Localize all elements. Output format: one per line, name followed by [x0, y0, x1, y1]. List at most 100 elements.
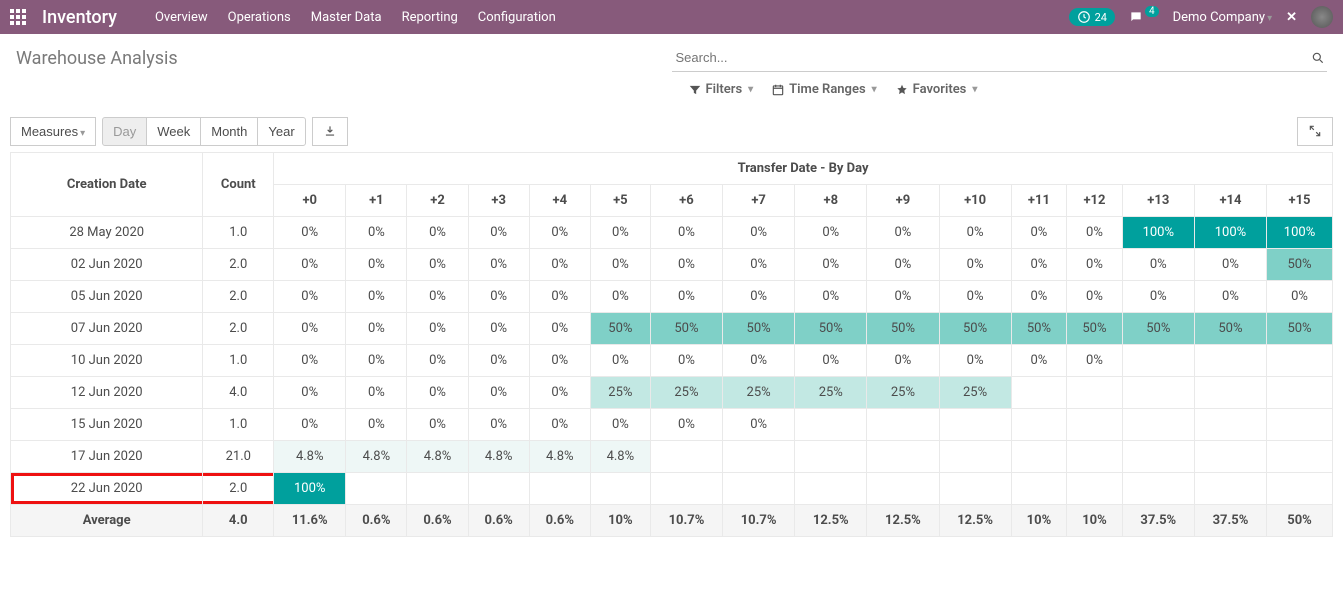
- timer-badge[interactable]: 24: [1069, 8, 1115, 26]
- table-row[interactable]: 05 Jun 20202.00%0%0%0%0%0%0%0%0%0%0%0%0%…: [11, 281, 1333, 313]
- cell-value[interactable]: 0%: [1067, 217, 1123, 249]
- cell-value[interactable]: [468, 473, 529, 505]
- cell-value[interactable]: [1122, 473, 1194, 505]
- table-row[interactable]: 28 May 20201.00%0%0%0%0%0%0%0%0%0%0%0%0%…: [11, 217, 1333, 249]
- cell-value[interactable]: 50%: [650, 313, 722, 345]
- cell-value[interactable]: [1194, 409, 1266, 441]
- cell-value[interactable]: [1067, 473, 1123, 505]
- cell-value[interactable]: 0%: [274, 377, 346, 409]
- cell-value[interactable]: 25%: [939, 377, 1011, 409]
- cell-value[interactable]: [1122, 409, 1194, 441]
- cell-value[interactable]: [1122, 377, 1194, 409]
- cell-value[interactable]: 0%: [939, 217, 1011, 249]
- cell-value[interactable]: 0%: [407, 249, 468, 281]
- cell-value[interactable]: [867, 441, 939, 473]
- cell-value[interactable]: 0%: [1011, 345, 1067, 377]
- cell-value[interactable]: 0%: [1011, 217, 1067, 249]
- cell-value[interactable]: 100%: [274, 473, 346, 505]
- cell-value[interactable]: [1011, 409, 1067, 441]
- cell-value[interactable]: 0%: [346, 217, 407, 249]
- cell-value[interactable]: 0%: [274, 281, 346, 313]
- cell-value[interactable]: 0%: [1267, 281, 1333, 313]
- cell-value[interactable]: 4.8%: [346, 441, 407, 473]
- cell-value[interactable]: [1067, 441, 1123, 473]
- cell-value[interactable]: 50%: [1067, 313, 1123, 345]
- cell-value[interactable]: 0%: [723, 281, 795, 313]
- cell-value[interactable]: 0%: [346, 409, 407, 441]
- cell-value[interactable]: 50%: [795, 313, 867, 345]
- cell-value[interactable]: 0%: [346, 377, 407, 409]
- cell-value[interactable]: [795, 473, 867, 505]
- table-row[interactable]: 07 Jun 20202.00%0%0%0%0%50%50%50%50%50%5…: [11, 313, 1333, 345]
- cell-value[interactable]: 0%: [1067, 345, 1123, 377]
- interval-year[interactable]: Year: [257, 117, 305, 146]
- cell-value[interactable]: 0%: [346, 281, 407, 313]
- interval-month[interactable]: Month: [200, 117, 258, 146]
- cell-value[interactable]: [867, 409, 939, 441]
- cell-value[interactable]: 0%: [529, 409, 590, 441]
- cell-value[interactable]: 0%: [529, 345, 590, 377]
- cell-value[interactable]: 0%: [1011, 249, 1067, 281]
- cell-value[interactable]: [407, 473, 468, 505]
- cell-value[interactable]: [1194, 473, 1266, 505]
- cell-value[interactable]: 0%: [939, 345, 1011, 377]
- cell-value[interactable]: 0%: [346, 345, 407, 377]
- avatar[interactable]: [1311, 6, 1333, 28]
- cell-value[interactable]: [1194, 441, 1266, 473]
- cell-value[interactable]: 0%: [529, 377, 590, 409]
- cell-value[interactable]: [650, 473, 722, 505]
- cell-value[interactable]: 0%: [939, 249, 1011, 281]
- cell-value[interactable]: 0%: [529, 313, 590, 345]
- cell-value[interactable]: 0%: [723, 345, 795, 377]
- cell-value[interactable]: 0%: [274, 409, 346, 441]
- cell-value[interactable]: 0%: [346, 313, 407, 345]
- favorites-button[interactable]: Favorites: [895, 82, 978, 97]
- cell-value[interactable]: [529, 473, 590, 505]
- cell-value[interactable]: 50%: [1267, 249, 1333, 281]
- cell-value[interactable]: [1011, 473, 1067, 505]
- measures-button[interactable]: Measures: [10, 117, 96, 146]
- cell-value[interactable]: 0%: [274, 313, 346, 345]
- cell-value[interactable]: 0%: [590, 249, 650, 281]
- search-input[interactable]: [672, 44, 1328, 72]
- cell-value[interactable]: 0%: [1194, 281, 1266, 313]
- cell-value[interactable]: 0%: [468, 377, 529, 409]
- table-row[interactable]: 15 Jun 20201.00%0%0%0%0%0%0%0%: [11, 409, 1333, 441]
- cell-value[interactable]: 0%: [590, 345, 650, 377]
- cell-value[interactable]: 0%: [407, 345, 468, 377]
- cell-value[interactable]: 0%: [407, 377, 468, 409]
- cell-value[interactable]: 25%: [590, 377, 650, 409]
- cell-value[interactable]: 0%: [795, 281, 867, 313]
- cell-value[interactable]: 0%: [795, 249, 867, 281]
- cell-value[interactable]: [1067, 377, 1123, 409]
- cell-value[interactable]: 0%: [407, 409, 468, 441]
- cell-value[interactable]: 0%: [407, 217, 468, 249]
- cell-value[interactable]: 0%: [590, 281, 650, 313]
- interval-day[interactable]: Day: [102, 117, 147, 146]
- cell-value[interactable]: 0%: [468, 345, 529, 377]
- cell-value[interactable]: 25%: [650, 377, 722, 409]
- cell-value[interactable]: 50%: [1267, 313, 1333, 345]
- cell-value[interactable]: 4.8%: [529, 441, 590, 473]
- download-button[interactable]: [312, 117, 348, 146]
- cell-value[interactable]: 0%: [529, 281, 590, 313]
- cell-value[interactable]: 0%: [795, 345, 867, 377]
- cell-value[interactable]: 0%: [529, 217, 590, 249]
- time-ranges-button[interactable]: Time Ranges: [771, 82, 877, 97]
- cell-value[interactable]: [1194, 377, 1266, 409]
- nav-reporting[interactable]: Reporting: [402, 10, 458, 25]
- cell-value[interactable]: 100%: [1194, 217, 1266, 249]
- cell-value[interactable]: 50%: [939, 313, 1011, 345]
- cell-value[interactable]: 4.8%: [274, 441, 346, 473]
- cell-value[interactable]: 0%: [468, 281, 529, 313]
- cell-value[interactable]: 0%: [1067, 281, 1123, 313]
- cell-value[interactable]: 50%: [867, 313, 939, 345]
- cell-value[interactable]: 50%: [1194, 313, 1266, 345]
- cell-value[interactable]: 0%: [1122, 281, 1194, 313]
- cell-value[interactable]: 0%: [650, 345, 722, 377]
- cell-value[interactable]: 0%: [274, 217, 346, 249]
- cell-value[interactable]: [867, 473, 939, 505]
- cell-value[interactable]: 0%: [1067, 249, 1123, 281]
- cell-value[interactable]: 0%: [346, 249, 407, 281]
- cell-value[interactable]: [939, 409, 1011, 441]
